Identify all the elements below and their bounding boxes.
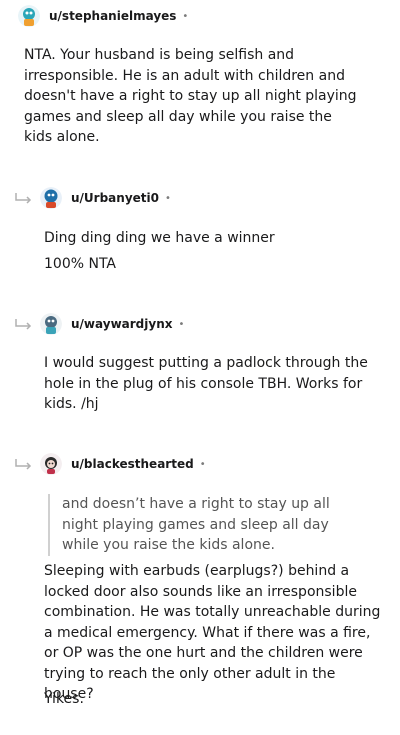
separator-dot: • (164, 192, 171, 204)
avatar[interactable] (40, 313, 62, 335)
username[interactable]: u/waywardjynx (71, 317, 172, 331)
comment-header: u/waywardjynx • (40, 312, 184, 336)
avatar[interactable] (40, 453, 62, 475)
comment-body: I would suggest putting a padlock throug… (44, 355, 368, 412)
comment-body: Ding ding ding we have a winner (44, 230, 275, 246)
separator-dot: • (182, 10, 189, 22)
comment-header: u/Urbanyeti0 • (40, 186, 171, 210)
separator-dot: • (178, 318, 185, 330)
comment-body: 100% NTA (44, 256, 116, 272)
comment-body: Yikes. (44, 691, 84, 707)
comment-body: NTA. Your husband is being selfish and i… (24, 47, 357, 145)
avatar[interactable] (40, 187, 62, 209)
avatar[interactable] (18, 5, 40, 27)
username[interactable]: u/stephanielmayes (49, 9, 176, 23)
reply-arrow-icon (15, 459, 32, 470)
reply-arrow-icon (15, 319, 32, 330)
comment-header: u/stephanielmayes • (18, 4, 188, 28)
blockquote: and doesn’t have a right to stay up all … (48, 494, 362, 556)
username[interactable]: u/Urbanyeti0 (71, 191, 159, 205)
separator-dot: • (199, 458, 206, 470)
reply-arrow-icon (15, 193, 32, 204)
username[interactable]: u/blackesthearted (71, 457, 194, 471)
comment-header: u/blackesthearted • (40, 452, 206, 476)
comment-body: Sleeping with earbuds (earplugs?) behind… (44, 563, 381, 702)
